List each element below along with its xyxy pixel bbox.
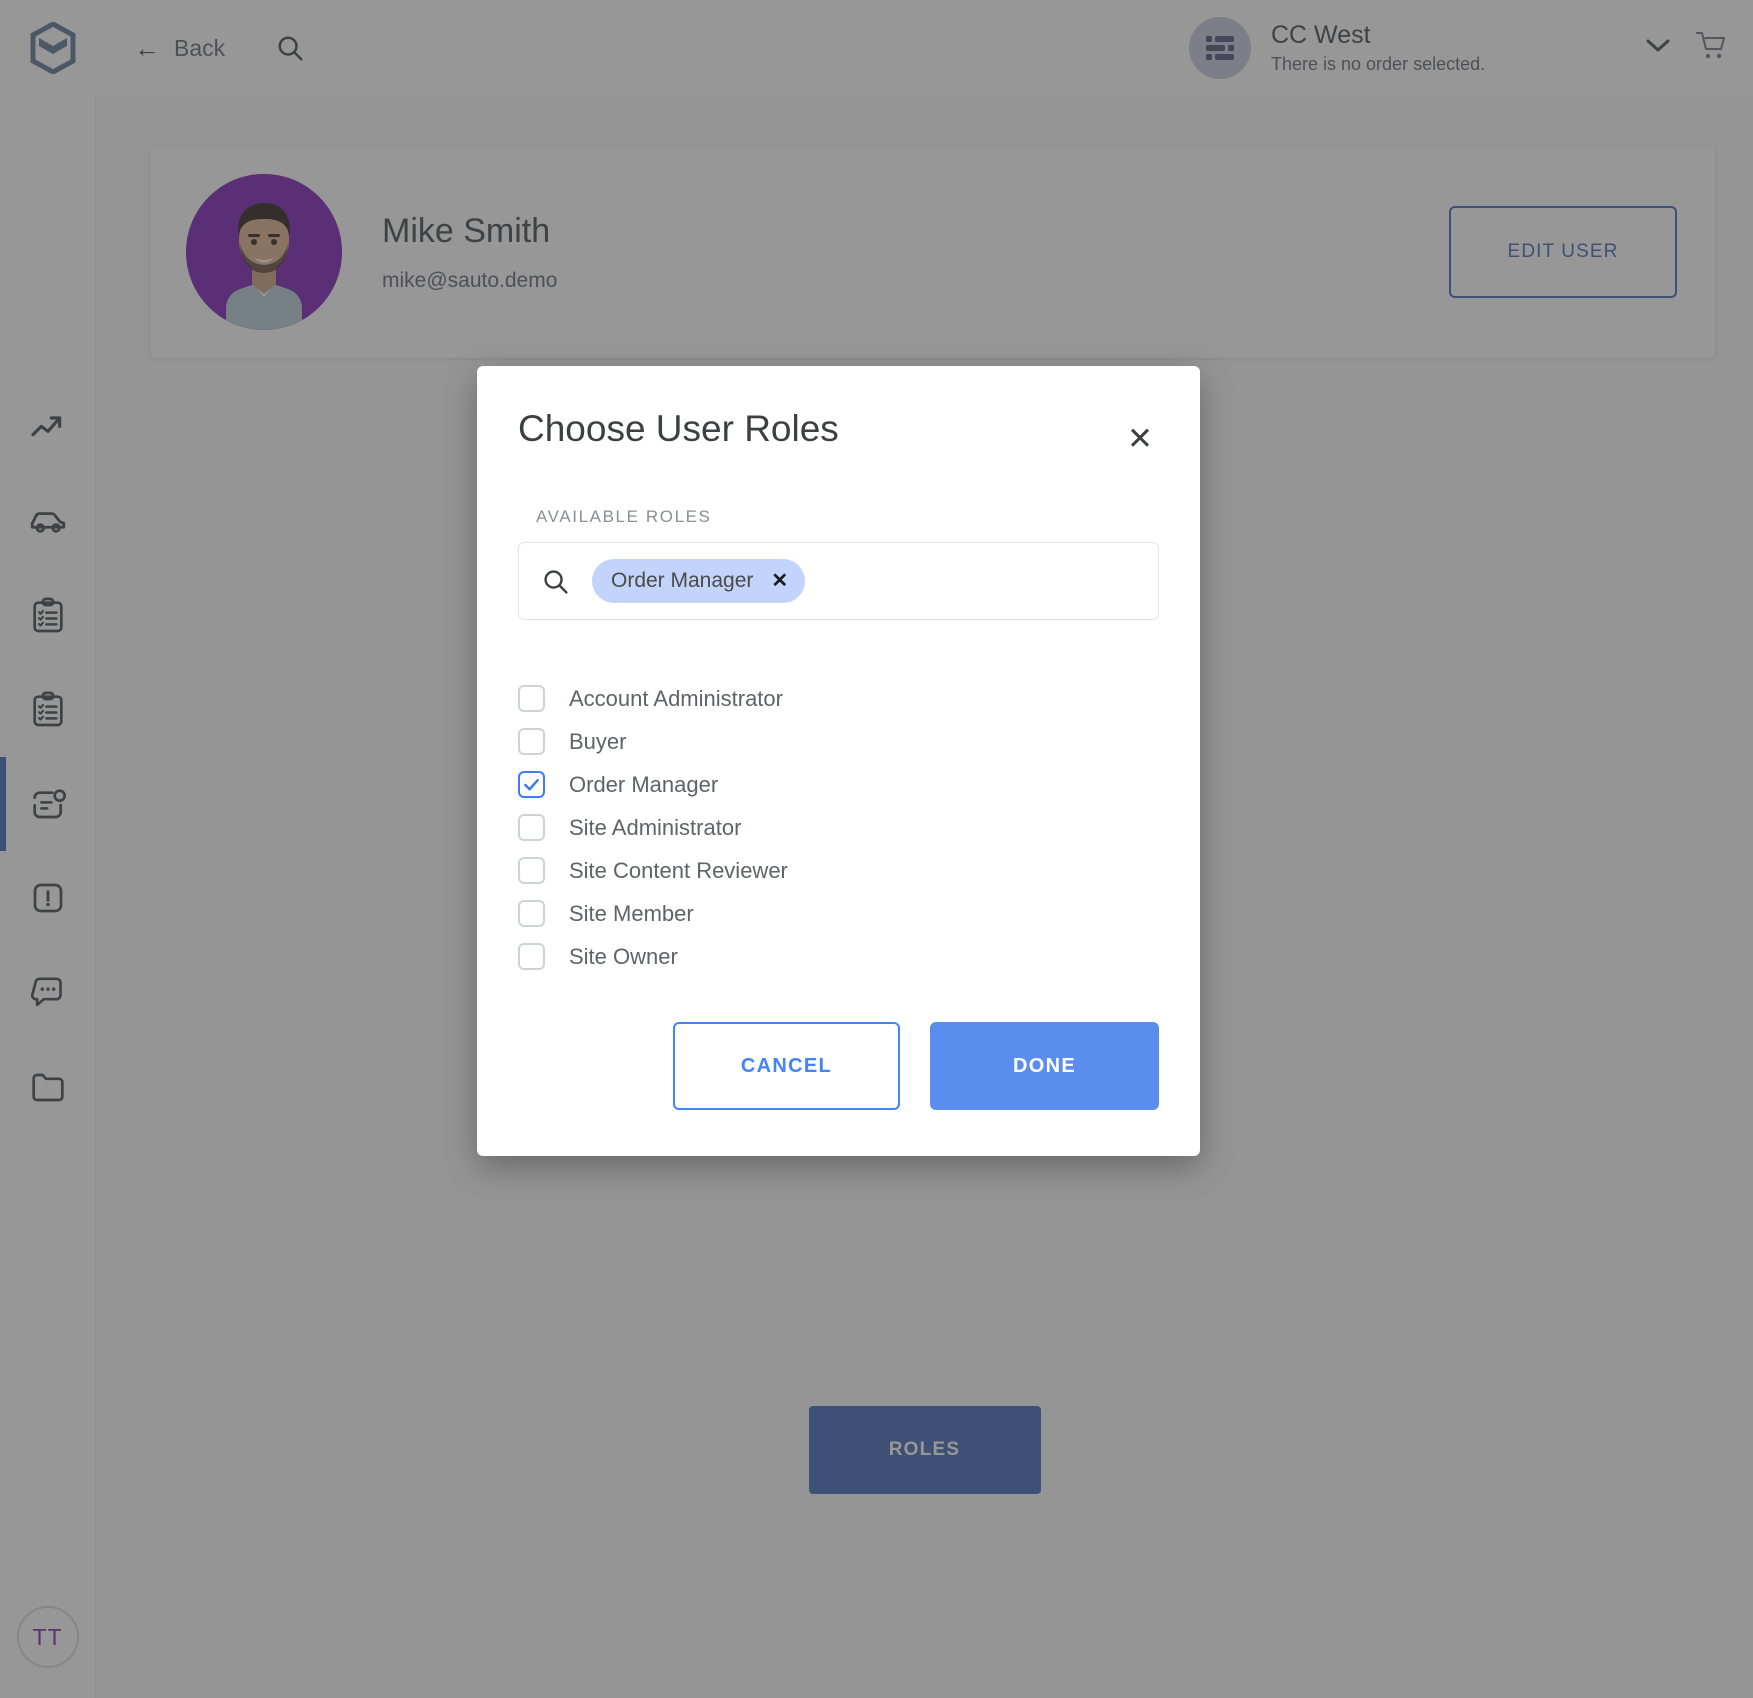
checkbox-unchecked-icon[interactable] <box>518 943 545 970</box>
role-option-site-content-reviewer[interactable]: Site Content Reviewer <box>518 849 1159 892</box>
checkbox-unchecked-icon[interactable] <box>518 728 545 755</box>
checkbox-unchecked-icon[interactable] <box>518 857 545 884</box>
chip-label: Order Manager <box>611 569 754 592</box>
role-label: Site Administrator <box>569 814 742 840</box>
role-label: Order Manager <box>569 771 719 797</box>
roles-search-input[interactable]: Order Manager ✕ <box>518 542 1159 620</box>
role-option-site-member[interactable]: Site Member <box>518 892 1159 935</box>
checkbox-unchecked-icon[interactable] <box>518 685 545 712</box>
dialog-title: Choose User Roles <box>518 408 839 449</box>
cancel-button[interactable]: CANCEL <box>673 1022 900 1110</box>
role-label: Site Content Reviewer <box>569 857 788 883</box>
role-option-buyer[interactable]: Buyer <box>518 720 1159 763</box>
role-label: Site Member <box>569 900 694 926</box>
role-label: Account Administrator <box>569 685 783 711</box>
role-label: Buyer <box>569 728 627 754</box>
checkbox-checked-icon[interactable] <box>518 771 545 798</box>
role-option-order-manager[interactable]: Order Manager <box>518 763 1159 806</box>
checkbox-unchecked-icon[interactable] <box>518 900 545 927</box>
dialog-actions: CANCEL DONE <box>518 1022 1159 1110</box>
selected-role-chip[interactable]: Order Manager ✕ <box>592 559 806 603</box>
roles-checkbox-list: Account Administrator Buyer Order Manage… <box>518 677 1159 978</box>
role-option-site-administrator[interactable]: Site Administrator <box>518 806 1159 849</box>
dialog-header: Choose User Roles ✕ <box>518 366 1159 464</box>
check-icon <box>524 778 539 791</box>
close-icon[interactable]: ✕ <box>1121 413 1159 464</box>
done-button[interactable]: DONE <box>930 1022 1159 1110</box>
role-option-account-administrator[interactable]: Account Administrator <box>518 677 1159 720</box>
role-option-site-owner[interactable]: Site Owner <box>518 935 1159 978</box>
choose-user-roles-dialog: Choose User Roles ✕ AVAILABLE ROLES Orde… <box>477 366 1200 1156</box>
checkbox-unchecked-icon[interactable] <box>518 814 545 841</box>
available-roles-label: AVAILABLE ROLES <box>536 507 712 526</box>
chip-remove-icon[interactable]: ✕ <box>771 571 788 591</box>
role-label: Site Owner <box>569 943 678 969</box>
search-icon <box>541 567 570 596</box>
